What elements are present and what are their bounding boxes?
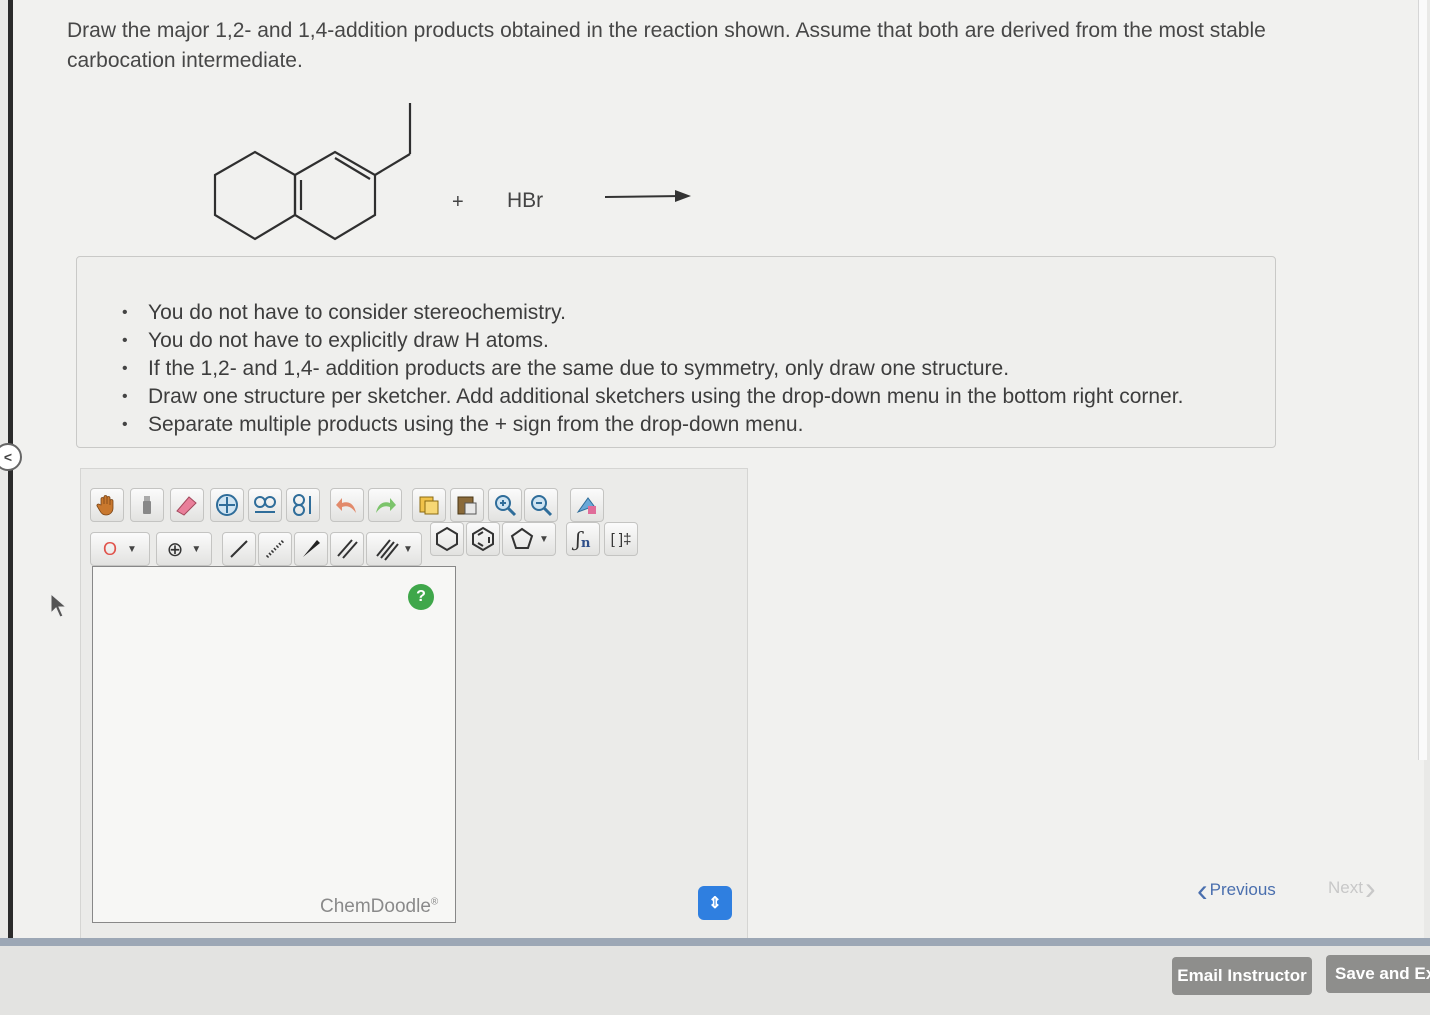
dropdown-arrow-icon: ▼ (191, 543, 202, 555)
paste-icon (457, 496, 477, 515)
triple-bond-dropdown[interactable]: ▼ (366, 532, 422, 566)
hashed-bond-icon (265, 539, 285, 559)
instruction-item: You do not have to consider stereochemis… (122, 299, 1183, 327)
single-bond-button[interactable] (222, 532, 256, 566)
help-icon: ? (416, 588, 426, 605)
wedge-bond-button[interactable] (294, 532, 328, 566)
charge-dropdown[interactable]: ⊕ ▼ (156, 532, 212, 566)
redo-icon (376, 498, 396, 513)
zoom-in-button[interactable] (488, 488, 522, 522)
eraser-tool-button[interactable] (170, 488, 204, 522)
save-and-exit-label: Save and Exit (1335, 964, 1430, 983)
instructions-box: You do not have to consider stereochemis… (76, 256, 1276, 448)
flip-horizontal-icon (254, 496, 276, 513)
ring-dropdown[interactable]: ▼ (502, 522, 556, 556)
dropdown-arrow-icon: ▼ (127, 543, 137, 555)
eraser-icon (176, 496, 197, 516)
scrollbar[interactable] (1418, 0, 1427, 760)
help-button[interactable]: ? (408, 584, 434, 610)
chevron-right-icon: › (1364, 870, 1376, 906)
save-and-exit-button[interactable]: Save and Exit (1326, 955, 1430, 993)
mouse-cursor-icon (50, 593, 68, 618)
clean-icon (576, 497, 596, 514)
flip-horizontal-button[interactable] (248, 488, 282, 522)
instruction-item: Draw one structure per sketcher. Add add… (122, 383, 1183, 411)
chemdoodle-brand: ChemDoodle (320, 896, 431, 917)
sketcher-options-dropdown[interactable]: ⇕ (698, 886, 732, 920)
zoom-out-button[interactable] (524, 488, 558, 522)
lasso-tool-button[interactable] (130, 488, 164, 522)
charge-plus-icon: ⊕ (166, 538, 184, 561)
cyclohexane-button[interactable] (430, 522, 464, 556)
flip-vertical-icon (293, 494, 311, 516)
triple-bond-icon (376, 539, 399, 561)
redo-button[interactable] (368, 488, 402, 522)
charge-bracket-button[interactable]: [ ]‡ (604, 522, 638, 556)
email-instructor-label: Email Instructor (1177, 966, 1307, 985)
chemdoodle-watermark: ChemDoodle® (320, 896, 438, 918)
single-bond-icon (230, 540, 248, 558)
hashed-bond-button[interactable] (258, 532, 292, 566)
previous-label: Previous (1209, 880, 1276, 899)
atom-label: O (103, 538, 118, 559)
drawing-canvas[interactable] (92, 566, 456, 923)
instruction-item: If the 1,2- and 1,4- addition products a… (122, 355, 1183, 383)
cyclohexane-icon (436, 526, 458, 552)
footer-divider (0, 938, 1430, 946)
window-border (8, 0, 13, 958)
copy-icon (419, 496, 439, 515)
question-line-1: Draw the major 1,2- and 1,4-addition pro… (67, 19, 1266, 42)
benzene-icon (472, 526, 494, 552)
center-icon (216, 494, 238, 516)
instructions-list: You do not have to consider stereochemis… (122, 299, 1183, 439)
double-bond-icon (337, 539, 358, 559)
registered-mark: ® (430, 896, 439, 908)
zoom-out-icon (531, 495, 553, 517)
copy-button[interactable] (412, 488, 446, 522)
next-button[interactable]: Next › (1328, 870, 1376, 906)
bracket-icon: [ ]‡ (610, 530, 632, 548)
hand-tool-button[interactable] (90, 488, 124, 522)
reaction-arrow (604, 190, 691, 202)
email-instructor-button[interactable]: Email Instructor (1172, 957, 1312, 995)
flip-vertical-button[interactable] (286, 488, 320, 522)
bicyclic-diene-structure: + HBr (213, 103, 691, 241)
center-tool-button[interactable] (210, 488, 244, 522)
chevron-left-icon: ‹ (1197, 872, 1208, 908)
undo-icon (336, 498, 356, 513)
reagent-label: HBr (507, 189, 543, 212)
reaction-plus: + (452, 191, 464, 213)
cyclopentane-icon (510, 527, 534, 549)
question-line-2: carbocation intermediate. (67, 49, 303, 72)
clean-structure-button[interactable] (570, 488, 604, 522)
reaction-scheme: + HBr (205, 95, 725, 255)
up-down-chevron-icon: ⇕ (708, 895, 722, 912)
chevron-left-icon: < (3, 449, 13, 465)
paste-button[interactable] (450, 488, 484, 522)
double-bond-button[interactable] (330, 532, 364, 566)
next-label: Next (1328, 878, 1363, 897)
instruction-item: You do not have to explicitly draw H ato… (122, 327, 1183, 355)
dropdown-arrow-icon: ▼ (403, 543, 413, 555)
zoom-in-icon (495, 495, 517, 517)
dropdown-arrow-icon: ▼ (539, 533, 549, 545)
polymer-bracket-button[interactable]: ʃ n (566, 522, 600, 556)
previous-button[interactable]: ‹ Previous (1197, 872, 1276, 908)
atom-label-dropdown[interactable]: O ▼ (90, 532, 150, 566)
benzene-button[interactable] (466, 522, 500, 556)
undo-button[interactable] (330, 488, 364, 522)
wedge-bond-icon (303, 540, 320, 557)
lasso-icon (143, 496, 151, 514)
polymer-label: n (580, 535, 591, 551)
hand-icon (96, 495, 114, 516)
question-text: Draw the major 1,2- and 1,4-addition pro… (67, 16, 1367, 76)
instruction-item: Separate multiple products using the + s… (122, 411, 1183, 439)
